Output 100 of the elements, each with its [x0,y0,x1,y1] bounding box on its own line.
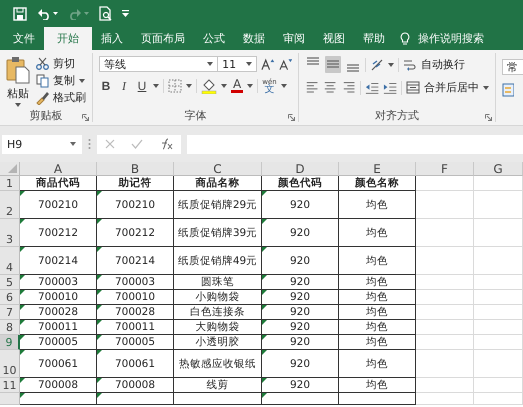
function-icon[interactable] [159,138,173,150]
caret-icon[interactable] [186,84,192,88]
bold-button[interactable]: B [99,79,113,93]
caret-icon[interactable] [280,84,287,88]
customize-icon[interactable] [122,10,129,17]
caret-icon[interactable] [153,84,159,88]
table-cell: 小购物袋 [174,290,262,305]
checkmark-icon[interactable] [131,139,143,149]
table-cell: 700061 [20,350,97,378]
column-header[interactable]: C [174,162,262,176]
scissors-icon [36,56,49,70]
table-cell: 白色连接条 [174,305,262,320]
table-cell: 颜色名称 [339,176,416,191]
column-header[interactable]: A [20,162,97,176]
table-cell: 均色 [339,350,416,378]
table-cell [474,378,523,393]
italic-button[interactable]: I [117,78,131,94]
table-cell: 纸质促销牌49元 [174,247,262,275]
group-label: 剪贴板 [30,108,62,123]
caret-icon[interactable] [388,62,394,66]
font-color-button[interactable]: A [231,79,244,93]
table-cell: 纸质促销牌39元 [174,219,262,247]
row-header[interactable]: 11 [0,378,20,393]
column-header[interactable]: E [339,162,416,176]
ribbon-tab[interactable]: 页面布局 [132,27,194,50]
merge-center-button[interactable]: 合并后居中 [406,80,490,95]
middle-align-icon[interactable] [325,56,341,73]
lightbulb-icon[interactable] [400,32,410,46]
ribbon-tab[interactable]: 视图 [314,27,354,50]
ribbon-button[interactable]: 剪切 [36,56,86,71]
name-box[interactable]: H9 [2,134,82,154]
table-cell: 700214 [20,247,97,275]
ribbon-button[interactable]: 复制 [36,73,86,88]
paste-button[interactable]: 粘贴 [6,56,30,109]
caret-icon[interactable] [70,142,76,146]
caret-icon[interactable] [483,86,490,90]
number-format-field[interactable]: 常 [502,59,523,75]
conditional-format-icon[interactable] [502,83,514,97]
text-angle-icon[interactable] [370,58,384,72]
search-hint[interactable]: 操作说明搜索 [418,31,484,46]
borders-icon[interactable] [168,79,182,93]
row-header[interactable]: 6 [0,290,20,305]
row-header[interactable]: 2 [0,191,20,219]
decrease-indent-icon[interactable] [364,80,379,94]
group-label: 字体 [184,108,206,123]
caret-icon[interactable] [221,84,227,88]
caret-icon[interactable] [53,12,58,15]
ribbon-tab[interactable]: 文件 [4,27,44,50]
row-header[interactable]: 7 [0,305,20,320]
ribbon-tab[interactable]: 帮助 [354,27,394,50]
caret-icon[interactable] [246,62,252,66]
ribbon-tab[interactable]: 公式 [194,27,234,50]
increase-font-icon[interactable] [261,57,275,71]
undo-icon[interactable] [37,8,51,20]
table-cell: 920 [262,191,339,219]
decrease-font-icon[interactable] [278,57,292,71]
ribbon-tab[interactable]: 插入 [92,27,132,50]
table-cell [474,290,523,305]
column-header[interactable]: F [416,162,474,176]
table-cell [474,393,523,405]
row-header[interactable]: 5 [0,275,20,290]
font-size-field[interactable]: 11 [217,56,258,72]
column-header[interactable]: B [97,162,174,176]
dialog-launcher-icon[interactable] [82,114,89,121]
dialog-launcher-icon[interactable] [288,114,295,121]
row-header[interactable]: 8 [0,320,20,335]
table-cell [474,335,523,350]
fill-bucket-icon[interactable] [201,78,217,94]
row-header[interactable]: 4 [0,247,20,275]
group-label: 对齐方式 [375,108,419,123]
table-cell: 均色 [339,335,416,350]
font-name-field[interactable]: 等线 [99,56,218,72]
table-cell: 纸质促销牌29元 [174,191,262,219]
row-header[interactable]: 10 [0,350,20,378]
dialog-launcher-icon[interactable] [485,114,492,121]
table-cell [416,335,474,350]
row-header[interactable]: 1 [0,176,20,191]
table-cell: 助记符 [97,176,174,191]
table-cell: 均色 [339,320,416,335]
ribbon-button[interactable]: 格式刷 [36,90,86,105]
table-cell: 线剪 [174,378,262,393]
wrap-text-button[interactable]: 自动换行 [403,57,465,72]
caret-icon[interactable] [15,103,21,107]
ribbon-tab[interactable]: 审阅 [274,27,314,50]
ribbon-tab[interactable]: 数据 [234,27,274,50]
row-header[interactable]: 9 [0,335,20,350]
caret-icon[interactable] [79,78,85,82]
page-magnifier-icon[interactable] [99,6,112,21]
caret-icon[interactable] [247,84,254,88]
ribbon-tab[interactable]: 开始 [44,27,92,50]
table-cell: 商品代码 [20,176,97,191]
column-header[interactable]: D [262,162,339,176]
column-header[interactable]: G [474,162,523,176]
caret-icon[interactable] [207,62,214,66]
table-cell: 700212 [20,219,97,247]
underline-button[interactable]: U [135,79,149,93]
table-cell: 圆珠笔 [174,275,262,290]
increase-indent-icon[interactable] [382,80,398,94]
row-header[interactable]: 3 [0,219,20,247]
save-icon[interactable] [13,6,27,20]
